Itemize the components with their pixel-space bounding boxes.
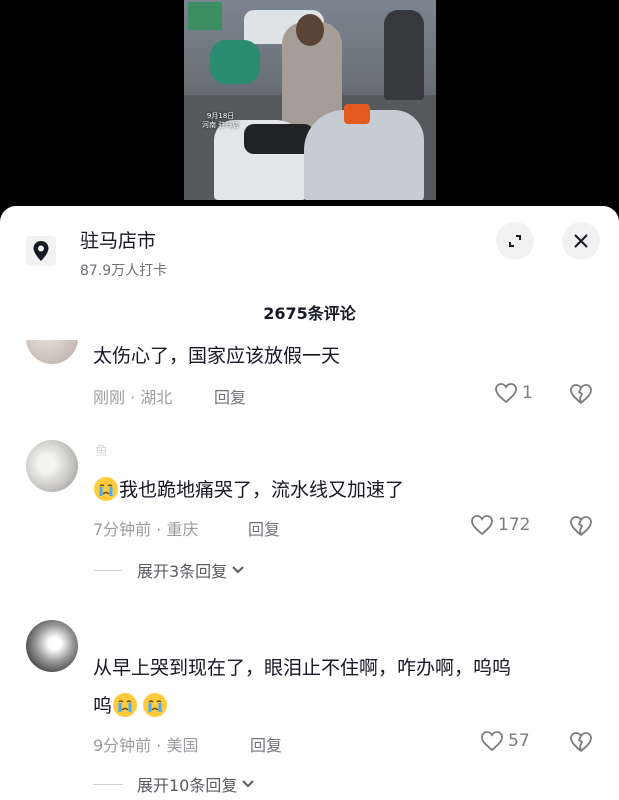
heart-icon [495,383,517,404]
crying-emoji-icon [142,692,168,718]
dislike-button[interactable] [568,382,594,408]
comment-region: 湖北 [140,388,173,407]
crying-emoji-icon [112,692,138,718]
expand-button[interactable] [496,222,534,260]
comment-time: 7分钟前 [93,520,152,539]
comments-count-overlay: 2675条评论 [263,304,356,323]
like-count: 57 [508,731,530,751]
broken-heart-icon [570,732,592,752]
broken-heart-icon [570,384,592,404]
comment-text-content: 呜 [93,695,113,717]
comment-region: 美国 [166,736,199,755]
comment-username[interactable]: 鱼 [95,440,108,459]
comment-region: 重庆 [166,520,199,539]
like-button[interactable]: 57 [480,730,530,752]
expand-replies-button[interactable]: 展开10条回复 [93,772,255,796]
broken-heart-icon [570,516,592,536]
location-title[interactable]: 驻马店市 [80,226,156,253]
close-button[interactable] [562,222,600,260]
avatar[interactable] [26,620,78,672]
comment-text-line1: 从早上哭到现在了，眼泪止不住啊，咋办啊，呜呜 [93,657,512,679]
expand-replies-label: 展开3条回复 [137,562,228,581]
expand-replies-button[interactable]: 展开3条回复 [93,558,245,582]
comment-time: 刚刚 [93,388,126,407]
avatar[interactable] [26,440,78,492]
comment-text: 我也跪地痛哭了，流水线又加速了 [93,474,404,506]
close-icon [574,234,588,248]
like-count: 1 [522,383,533,403]
comment-meta: 刚刚 · 湖北 [93,388,173,407]
like-count: 172 [498,515,531,535]
comment-meta: 9分钟前 · 美国 [93,736,199,755]
dislike-button[interactable] [568,730,594,756]
chevron-down-icon [232,566,244,574]
comment-text: 太伤心了，国家应该放假一天 [93,345,341,367]
reply-button[interactable]: 回复 [248,516,280,540]
chevron-down-icon [242,780,255,788]
expand-icon [509,235,521,247]
like-button[interactable]: 172 [470,514,530,536]
video-caption: 9月18日 河南 驻马店 [202,112,239,130]
reply-button[interactable]: 回复 [214,384,246,408]
like-button[interactable]: 1 [494,382,533,404]
video-player[interactable]: 9月18日 河南 驻马店 [0,0,619,230]
heart-icon [481,731,503,752]
video-caption-date: 9月18日 [206,112,235,120]
heart-icon [471,515,493,536]
reply-button[interactable]: 回复 [250,732,282,756]
comment-meta: 7分钟前 · 重庆 [93,520,199,539]
location-pin-icon [26,236,56,266]
video-caption-place: 河南 驻马店 [202,121,240,129]
location-checkin-count: 87.9万人打卡 [80,263,168,279]
dislike-button[interactable] [568,514,594,540]
crying-emoji-icon [93,476,119,502]
expand-replies-label: 展开10条回复 [137,776,238,795]
comment-text-line2: 呜 [93,690,168,722]
video-frame: 9月18日 河南 驻马店 [184,0,436,200]
comment-time: 9分钟前 [93,736,152,755]
comment-text-content: 我也跪地痛哭了，流水线又加速了 [119,479,405,501]
